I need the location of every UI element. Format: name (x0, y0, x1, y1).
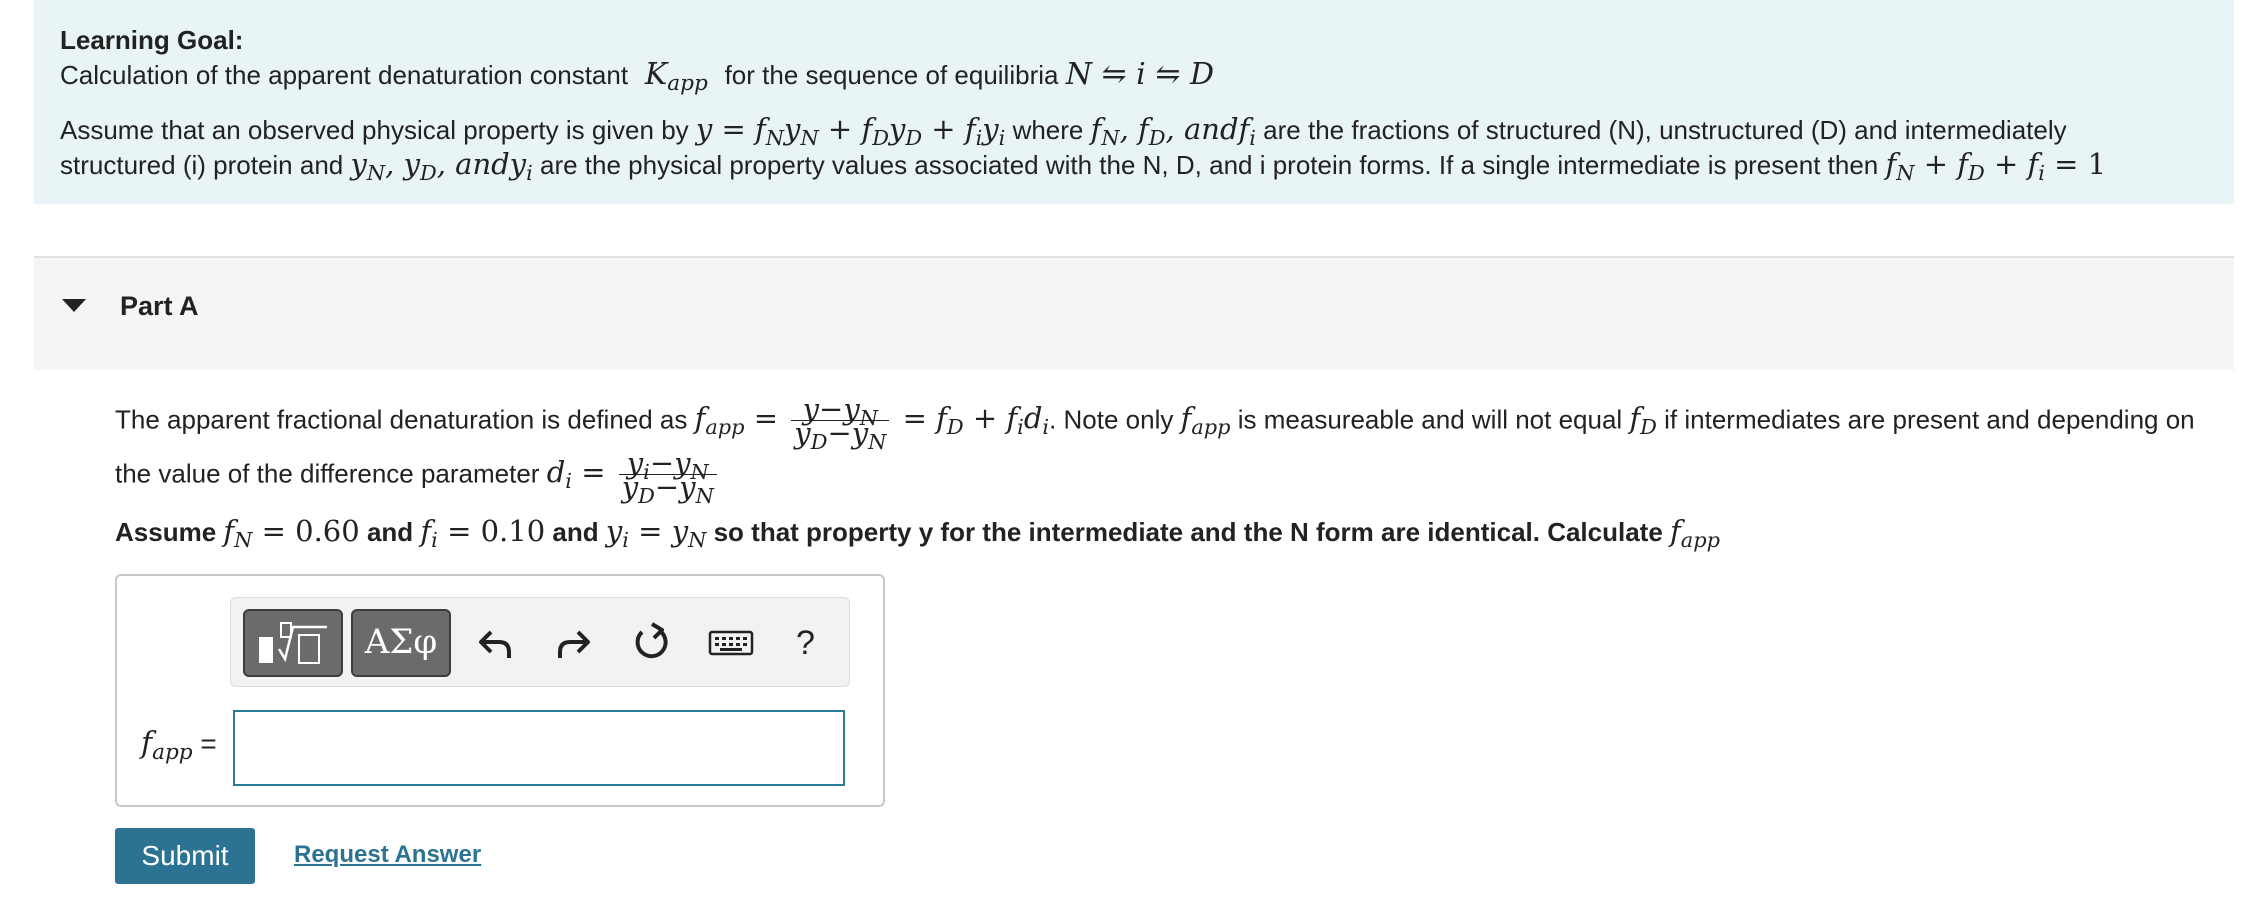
collapse-caret-icon[interactable] (62, 299, 86, 312)
help-icon[interactable]: ? (796, 618, 815, 668)
answer-input[interactable] (233, 710, 845, 786)
answer-label: fapp = (141, 726, 217, 766)
math-toolbar: ΑΣφ ? (230, 597, 850, 687)
reset-icon[interactable] (626, 618, 676, 668)
undo-icon[interactable] (471, 618, 521, 668)
question-line-2: the value of the difference parameter di… (115, 449, 723, 506)
learning-goal-heading: Learning Goal: (60, 25, 244, 55)
part-title: Part A (120, 291, 199, 321)
learning-goal-subtitle: Calculation of the apparent denaturation… (60, 57, 1215, 97)
question-line-1: The apparent fractional denaturation is … (115, 392, 2195, 454)
templates-icon (259, 622, 327, 664)
keyboard-icon[interactable] (706, 618, 756, 668)
learning-goal-description: Assume that an observed physical propert… (60, 112, 2107, 185)
learning-goal-panel: Learning Goal: Calculation of the appare… (34, 0, 2234, 204)
redo-icon[interactable] (548, 618, 598, 668)
part-a-header[interactable]: Part A (34, 258, 2234, 370)
greek-symbols-button[interactable]: ΑΣφ (351, 609, 451, 677)
submit-button[interactable]: Submit (115, 828, 255, 884)
fraction-fapp: y−yN yD−yN (791, 395, 890, 452)
templates-button[interactable] (243, 609, 343, 677)
question-line-3: Assume fN = 0.60 and fi = 0.10 and yi = … (115, 514, 1720, 552)
answer-panel: ΑΣφ ? fapp = (115, 574, 885, 807)
fraction-di: yi−yN yD−yN (618, 449, 717, 506)
request-answer-link[interactable]: Request Answer (294, 840, 481, 870)
